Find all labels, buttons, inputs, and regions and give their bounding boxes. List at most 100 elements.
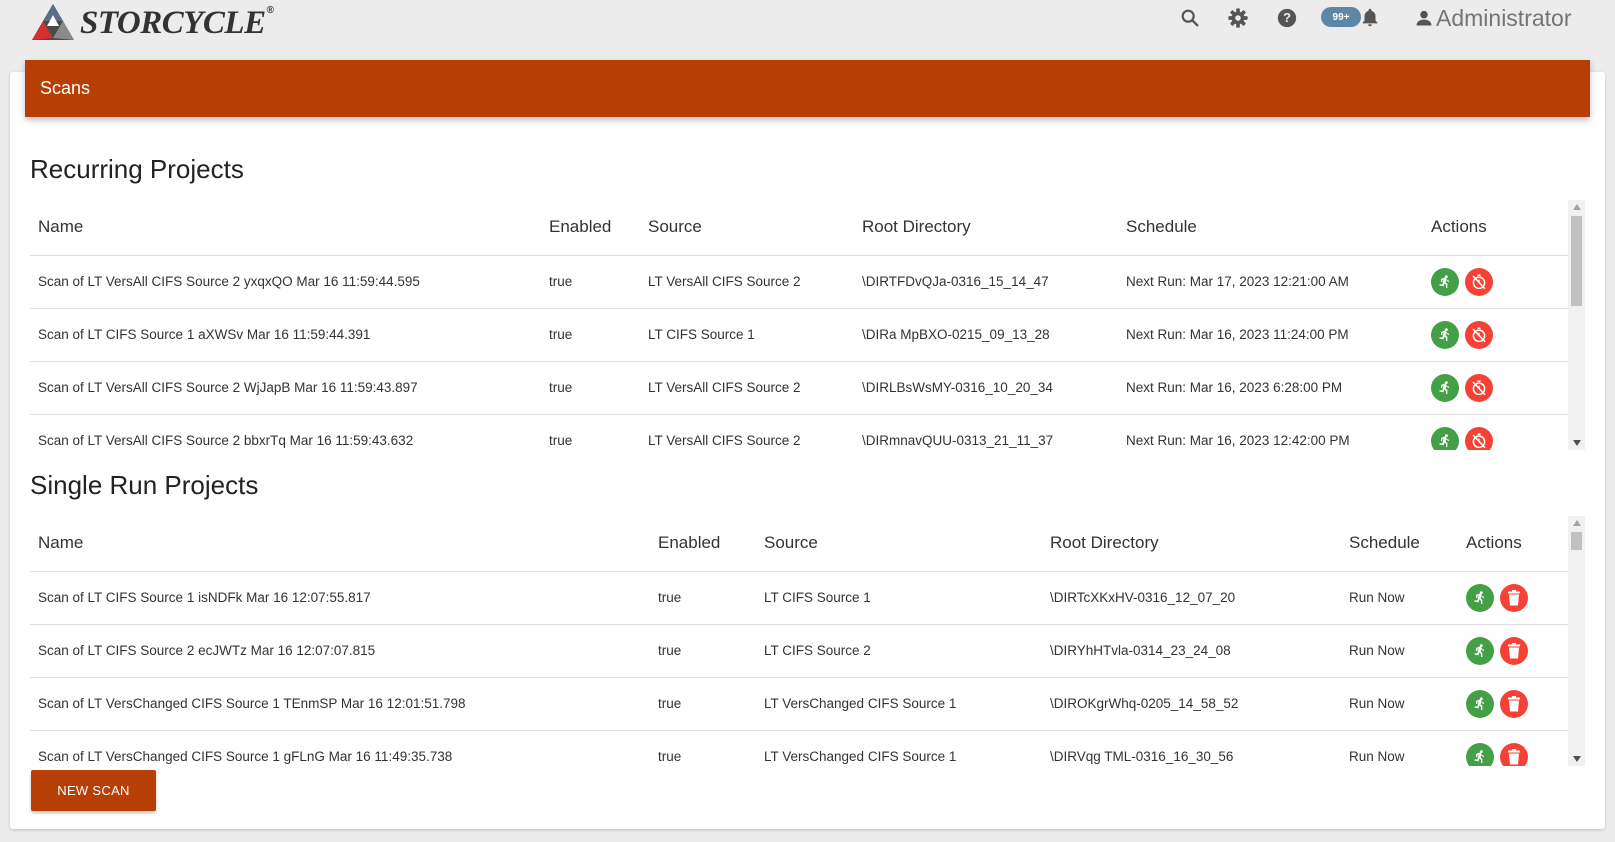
table-header-row: Name Enabled Source Root Directory Sched… [30, 516, 1568, 572]
run-button[interactable] [1431, 320, 1459, 349]
table-row[interactable]: Scan of LT CIFS Source 1 aXWSv Mar 16 11… [30, 308, 1568, 362]
run-icon [1439, 380, 1449, 394]
cell-actions [1423, 414, 1568, 450]
column-header-schedule[interactable]: Schedule [1341, 516, 1458, 572]
delete-icon [1508, 589, 1520, 605]
column-header-name[interactable]: Name [30, 200, 541, 256]
single-run-projects-title: Single Run Projects [30, 470, 259, 500]
cell-root-directory: \DIRmnavQUU-0313_21_11_37 [854, 414, 1118, 450]
user-name: Administrator [1436, 4, 1572, 31]
cell-source: LT CIFS Source 2 [756, 624, 1042, 678]
run-icon [1474, 590, 1484, 604]
column-header-enabled[interactable]: Enabled [541, 200, 640, 256]
scroll-thumb[interactable] [1571, 532, 1582, 550]
scroll-down-icon[interactable] [1568, 752, 1585, 766]
cell-actions [1423, 255, 1568, 309]
disable-schedule-button[interactable] [1465, 426, 1493, 450]
cell-enabled: true [650, 730, 756, 766]
column-header-enabled[interactable]: Enabled [650, 516, 756, 572]
table-row[interactable]: Scan of LT VersAll CIFS Source 2 WjJapB … [30, 361, 1568, 415]
cell-schedule: Run Now [1341, 677, 1458, 731]
registered-mark: ® [266, 4, 274, 16]
cell-name: Scan of LT VersChanged CIFS Source 1 TEn… [30, 677, 650, 731]
table-row[interactable]: Scan of LT VersAll CIFS Source 2 bbxrTq … [30, 414, 1568, 450]
storcycle-logo[interactable]: STORCYCLE® [30, 2, 274, 42]
cell-enabled: true [541, 255, 640, 309]
disable-schedule-icon [1472, 433, 1486, 448]
cell-name: Scan of LT VersChanged CIFS Source 1 gFL… [30, 730, 650, 766]
cell-actions [1423, 361, 1568, 415]
recurring-scrollbar[interactable] [1568, 200, 1585, 450]
cell-actions [1423, 308, 1568, 362]
column-header-actions: Actions [1423, 200, 1568, 256]
cell-actions [1458, 730, 1568, 766]
cell-name: Scan of LT VersAll CIFS Source 2 bbxrTq … [30, 414, 541, 450]
new-scan-button[interactable]: NEW SCAN [31, 770, 156, 811]
notifications[interactable]: 99+ [1321, 6, 1381, 28]
run-button[interactable] [1466, 689, 1494, 718]
table-row[interactable]: Scan of LT CIFS Source 2 ecJWTz Mar 16 1… [30, 624, 1568, 678]
column-header-source[interactable]: Source [640, 200, 854, 256]
scroll-up-icon[interactable] [1568, 516, 1585, 530]
column-header-root-directory[interactable]: Root Directory [1042, 516, 1341, 572]
cell-name: Scan of LT VersAll CIFS Source 2 yxqxQO … [30, 255, 541, 309]
cell-root-directory: \DIROKgrWhq-0205_14_58_52 [1042, 677, 1341, 731]
disable-schedule-button[interactable] [1465, 267, 1493, 296]
delete-button[interactable] [1500, 583, 1528, 612]
scroll-thumb[interactable] [1571, 216, 1582, 306]
delete-icon [1508, 642, 1520, 658]
user-menu[interactable]: Administrator [1414, 3, 1571, 33]
cell-schedule: Next Run: Mar 16, 2023 12:42:00 PM [1118, 414, 1423, 450]
cell-name: Scan of LT CIFS Source 2 ecJWTz Mar 16 1… [30, 624, 650, 678]
delete-button[interactable] [1500, 636, 1528, 665]
help-icon[interactable]: ? [1275, 6, 1299, 30]
cell-source: LT VersAll CIFS Source 2 [640, 361, 854, 415]
table-row[interactable]: Scan of LT VersAll CIFS Source 2 yxqxQO … [30, 255, 1568, 309]
cell-schedule: Next Run: Mar 17, 2023 12:21:00 AM [1118, 255, 1423, 309]
storcycle-logo-icon [32, 4, 74, 40]
cell-root-directory: \DIRVqg TML-0316_16_30_56 [1042, 730, 1341, 766]
column-header-name[interactable]: Name [30, 516, 650, 572]
run-button[interactable] [1466, 636, 1494, 665]
svg-text:?: ? [1283, 10, 1291, 25]
column-header-root-directory[interactable]: Root Directory [854, 200, 1118, 256]
cell-enabled: true [650, 571, 756, 625]
cell-root-directory: \DIRLBsWsMY-0316_10_20_34 [854, 361, 1118, 415]
run-icon [1474, 696, 1484, 710]
table-row[interactable]: Scan of LT VersChanged CIFS Source 1 gFL… [30, 730, 1568, 766]
cell-source: LT CIFS Source 1 [640, 308, 854, 362]
logo-text: STORCYCLE® [80, 4, 274, 41]
delete-button[interactable] [1500, 742, 1528, 766]
scroll-down-icon[interactable] [1568, 436, 1585, 450]
cell-root-directory: \DIRTFDvQJa-0316_15_14_47 [854, 255, 1118, 309]
run-icon [1474, 749, 1484, 763]
scroll-up-icon[interactable] [1568, 200, 1585, 214]
disable-schedule-button[interactable] [1465, 373, 1493, 402]
table-row[interactable]: Scan of LT CIFS Source 1 isNDFk Mar 16 1… [30, 571, 1568, 625]
cell-actions [1458, 624, 1568, 678]
cell-enabled: true [541, 361, 640, 415]
gear-icon[interactable] [1226, 6, 1250, 30]
cell-root-directory: \DIRYhHTvla-0314_23_24_08 [1042, 624, 1341, 678]
run-button[interactable] [1466, 583, 1494, 612]
single-run-projects-table: Name Enabled Source Root Directory Sched… [30, 516, 1585, 766]
cell-source: LT CIFS Source 1 [756, 571, 1042, 625]
cell-actions [1458, 571, 1568, 625]
search-icon[interactable] [1178, 6, 1202, 30]
run-button[interactable] [1466, 742, 1494, 766]
delete-button[interactable] [1500, 689, 1528, 718]
disable-schedule-icon [1472, 327, 1486, 342]
cell-schedule: Next Run: Mar 16, 2023 6:28:00 PM [1118, 361, 1423, 415]
run-icon [1439, 274, 1449, 288]
column-header-source[interactable]: Source [756, 516, 1042, 572]
cell-enabled: true [650, 624, 756, 678]
table-row[interactable]: Scan of LT VersChanged CIFS Source 1 TEn… [30, 677, 1568, 731]
run-button[interactable] [1431, 267, 1459, 296]
column-header-schedule[interactable]: Schedule [1118, 200, 1423, 256]
single-run-scrollbar[interactable] [1568, 516, 1585, 766]
run-button[interactable] [1431, 373, 1459, 402]
cell-schedule: Run Now [1341, 730, 1458, 766]
disable-schedule-button[interactable] [1465, 320, 1493, 349]
run-button[interactable] [1431, 426, 1459, 450]
cell-name: Scan of LT VersAll CIFS Source 2 WjJapB … [30, 361, 541, 415]
